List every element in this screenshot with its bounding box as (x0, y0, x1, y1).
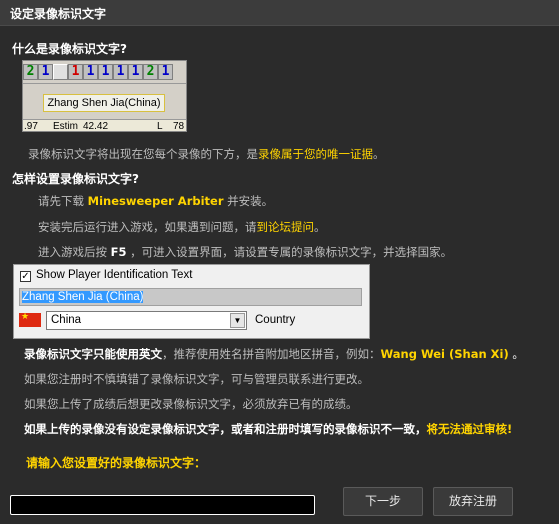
note3-line: 如果您上传了成绩后想更改录像标识文字，必须放弃已有的成绩。 (24, 397, 358, 411)
preview-cells: 211111121 (23, 64, 173, 80)
preview-cell: 1 (158, 64, 173, 80)
note1-line: 录像标识文字只能使用英文，推荐使用姓名拼音附加地区拼音，例如：Wang Wei … (24, 346, 524, 362)
china-flag-icon (19, 311, 41, 327)
note4-line: 如果上传的录像没有设定录像标识文字，或者和注册时填写的录像标识不一致，将无法通过… (24, 421, 512, 437)
country-value: China (51, 314, 82, 326)
preview-cell: 1 (38, 64, 53, 80)
step1-line: 请先下载 Minesweeper Arbiter 并安装。 (38, 193, 273, 209)
note1-post: 。 (508, 347, 524, 361)
cancel-registration-button[interactable]: 放弃注册 (433, 487, 513, 516)
f5-key: F5 (110, 245, 127, 259)
note1-pre: 录像标识文字只能使用英文 (24, 347, 162, 361)
preview-cell: 1 (83, 64, 98, 80)
preview-stat-l: L (157, 121, 163, 132)
heading-what-is: 什么是录像标识文字? (12, 42, 127, 56)
preview-cell (53, 64, 68, 80)
next-button[interactable]: 下一步 (343, 487, 423, 516)
preview-cell: 1 (98, 64, 113, 80)
preview-stat-estim: 42.42 (83, 121, 109, 132)
id-text-selected: Zhang Shen Jia (China) (22, 291, 144, 303)
preview-name-box: Zhang Shen Jia(China) (43, 94, 165, 112)
arbiter-link[interactable]: Minesweeper Arbiter (88, 194, 224, 208)
step2-pre: 安装完后运行进入游戏，如果遇到问题，请 (38, 220, 257, 234)
step3-line: 进入游戏后按 F5 ，可进入设置界面，请设置专属的录像标识文字，并选择国家。 (38, 244, 452, 260)
preview-cell: 1 (113, 64, 128, 80)
preview-cell: 1 (68, 64, 83, 80)
chevron-down-icon: ▼ (230, 313, 245, 328)
note4-pre: 如果上传的录像没有设定录像标识文字，或者和注册时填写的录像标识不一致， (24, 422, 427, 436)
note4-highlight: 将无法通过审核! (426, 422, 513, 436)
step1-post: 并安装。 (223, 194, 274, 208)
step1-pre: 请先下载 (38, 194, 88, 208)
window-title: 设定录像标识文字 (10, 7, 107, 21)
show-id-checkbox: ✓ (20, 271, 31, 282)
step2-post: 。 (314, 220, 326, 234)
preview-stat-left: .97 (24, 121, 38, 132)
note1-example: Wang Wei (Shan Xi) (380, 347, 509, 361)
preview-screenshot: 211111121 Zhang Shen Jia(China) .97 Esti… (22, 60, 187, 132)
preview-cell: 2 (143, 64, 158, 80)
preview-stat-right: 78 (173, 121, 185, 132)
input-prompt: 请输入您设置好的录像标识文字： (26, 456, 207, 470)
country-select: China ▼ (46, 311, 247, 330)
id-text-field: Zhang Shen Jia (China) (19, 288, 362, 306)
preview-cell: 1 (128, 64, 143, 80)
desc-highlight: 录像属于您的唯一证据 (258, 147, 373, 161)
show-id-label: Show Player Identification Text (36, 269, 193, 281)
country-label: Country (255, 314, 296, 326)
step3-post: ，可进入设置界面，请设置专属的录像标识文字，并选择国家。 (126, 245, 453, 259)
desc-post: 。 (373, 147, 385, 161)
step3-pre: 进入游戏后按 (38, 245, 111, 259)
desc-line: 录像标识文字将出现在您每个录像的下方，是录像属于您的唯一证据。 (28, 146, 385, 162)
forum-link[interactable]: 到论坛提问 (257, 220, 315, 234)
title-bar: 设定录像标识文字 (0, 0, 559, 26)
heading-how-to: 怎样设置录像标识文字? (12, 172, 139, 186)
desc-pre: 录像标识文字将出现在您每个录像的下方，是 (28, 147, 258, 161)
id-text-input[interactable] (10, 495, 315, 515)
note1-mid: ，推荐使用姓名拼音附加地区拼音，例如： (162, 347, 381, 361)
preview-stat-estim-label: Estim (53, 121, 78, 132)
settings-panel-screenshot: ✓ Show Player Identification Text Zhang … (13, 264, 370, 339)
preview-cell: 2 (23, 64, 38, 80)
note2-line: 如果您注册时不慎填错了录像标识文字，可与管理员联系进行更改。 (24, 372, 369, 386)
step2-line: 安装完后运行进入游戏，如果遇到问题，请到论坛提问。 (38, 219, 326, 235)
